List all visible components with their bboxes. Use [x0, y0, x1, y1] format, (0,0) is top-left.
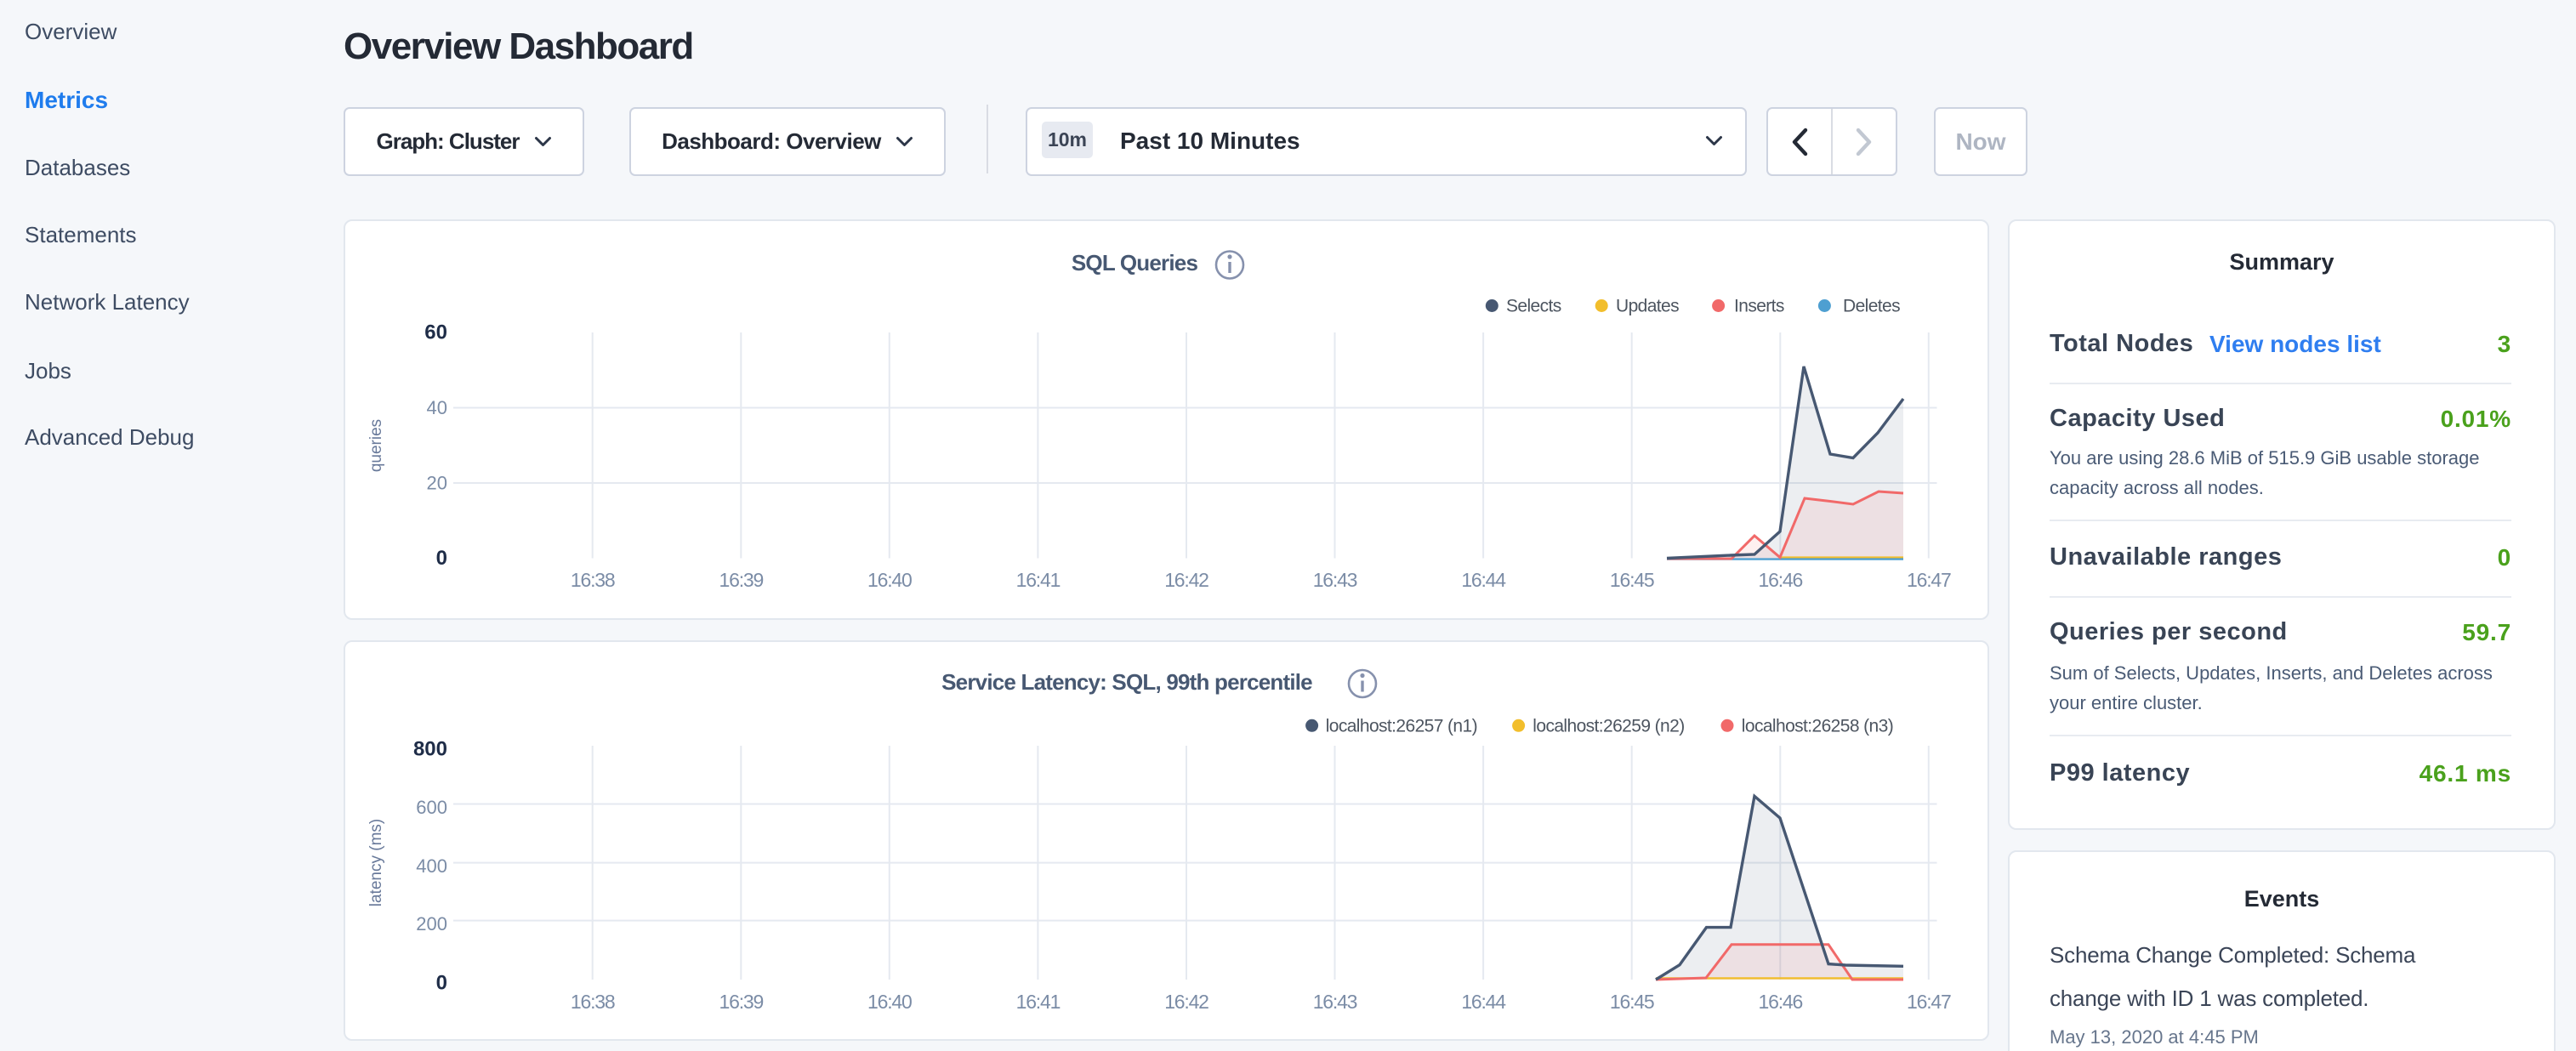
svg-text:200: 200 [416, 913, 447, 935]
svg-text:Inserts: Inserts [1734, 297, 1784, 316]
svg-text:0: 0 [436, 972, 447, 995]
svg-text:16:43: 16:43 [1313, 569, 1357, 591]
svg-text:localhost:26257 (n1): localhost:26257 (n1) [1326, 716, 1477, 736]
svg-text:16:43: 16:43 [1313, 991, 1357, 1013]
svg-text:16:40: 16:40 [867, 569, 912, 591]
svg-text:800: 800 [413, 738, 447, 761]
svg-text:16:40: 16:40 [867, 991, 912, 1013]
svg-text:16:44: 16:44 [1461, 991, 1506, 1013]
svg-text:16:42: 16:42 [1164, 991, 1208, 1013]
svg-text:16:47: 16:47 [1907, 569, 1951, 591]
svg-text:16:45: 16:45 [1610, 991, 1654, 1013]
svg-text:SQL Queries: SQL Queries [1072, 250, 1198, 276]
svg-text:16:39: 16:39 [719, 569, 764, 591]
svg-text:16:46: 16:46 [1759, 991, 1803, 1013]
svg-text:Selects: Selects [1506, 297, 1561, 316]
svg-text:16:47: 16:47 [1907, 991, 1951, 1013]
svg-text:latency (ms): latency (ms) [367, 819, 385, 906]
svg-text:queries: queries [367, 419, 385, 472]
svg-text:60: 60 [424, 321, 447, 344]
svg-text:20: 20 [427, 473, 447, 494]
svg-text:16:41: 16:41 [1016, 569, 1061, 591]
svg-text:16:38: 16:38 [571, 569, 615, 591]
svg-text:40: 40 [427, 397, 447, 418]
svg-text:16:39: 16:39 [719, 991, 764, 1013]
svg-text:Service Latency: SQL, 99th per: Service Latency: SQL, 99th percentile [941, 669, 1312, 695]
svg-text:localhost:26259 (n2): localhost:26259 (n2) [1533, 716, 1684, 736]
svg-text:localhost:26258 (n3): localhost:26258 (n3) [1742, 716, 1893, 736]
svg-text:16:44: 16:44 [1461, 569, 1506, 591]
svg-text:16:46: 16:46 [1759, 569, 1803, 591]
svg-text:600: 600 [416, 797, 447, 818]
svg-text:0: 0 [436, 547, 447, 570]
svg-text:400: 400 [416, 855, 447, 877]
svg-text:16:45: 16:45 [1610, 569, 1654, 591]
svg-text:Updates: Updates [1616, 297, 1679, 316]
svg-text:Deletes: Deletes [1843, 297, 1900, 316]
svg-text:16:38: 16:38 [571, 991, 615, 1013]
svg-text:16:41: 16:41 [1016, 991, 1061, 1013]
svg-text:16:42: 16:42 [1164, 569, 1208, 591]
